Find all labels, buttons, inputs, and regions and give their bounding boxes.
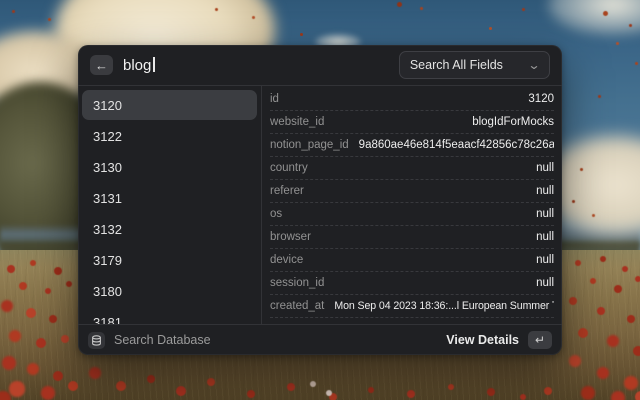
back-button[interactable]: ← [90, 55, 113, 75]
list-item[interactable]: 3179 [82, 245, 257, 275]
results-area: 3120 3122 3130 3131 3132 3179 3180 3181 … [78, 86, 562, 324]
search-scope-dropdown[interactable]: Search All Fields ⌄ [399, 51, 550, 79]
detail-value: Mon Sep 04 2023 18:36:...l European Summ… [334, 300, 554, 312]
detail-row: id 3120 [270, 88, 554, 111]
detail-row: referer null [270, 180, 554, 203]
detail-label: browser [270, 231, 311, 243]
detail-value: 9a860ae46e814f5eaacf42856c78c26a [359, 139, 554, 151]
detail-value: blogIdForMocks [472, 116, 554, 128]
detail-label: country [270, 162, 308, 174]
action-bar: Search Database View Details ↵ [78, 324, 562, 355]
list-item[interactable]: 3130 [82, 152, 257, 182]
detail-label: os [270, 208, 282, 220]
detail-label: notion_page_id [270, 139, 349, 151]
enter-key-icon: ↵ [535, 333, 545, 347]
detail-label: created_at [270, 300, 324, 312]
list-item[interactable]: 3122 [82, 121, 257, 151]
detail-value: null [536, 162, 554, 174]
detail-value: 3120 [528, 93, 554, 105]
detail-row: os null [270, 203, 554, 226]
list-item[interactable]: 3180 [82, 276, 257, 306]
screen: ← blog Search All Fields ⌄ 3120 3122 313… [0, 0, 640, 400]
detail-row: browser null [270, 226, 554, 249]
detail-value: null [536, 254, 554, 266]
view-details-button[interactable]: View Details [446, 333, 519, 347]
list-item[interactable]: 3131 [82, 183, 257, 213]
detail-label: referer [270, 185, 304, 197]
list-item[interactable]: 3181 [82, 307, 257, 324]
detail-row: notion_page_id 9a860ae46e814f5eaacf42856… [270, 134, 554, 157]
detail-row: session_id null [270, 272, 554, 295]
detail-row: created_at Mon Sep 04 2023 18:36:...l Eu… [270, 295, 554, 318]
search-bar: ← blog Search All Fields ⌄ [78, 45, 562, 86]
detail-label: device [270, 254, 303, 266]
list-item[interactable]: 3132 [82, 214, 257, 244]
detail-row: country null [270, 157, 554, 180]
detail-value: null [536, 185, 554, 197]
detail-label: id [270, 93, 279, 105]
poppy-flowers [0, 0, 6, 6]
detail-label: website_id [270, 116, 324, 128]
detail-panel: id 3120 website_id blogIdForMocks notion… [262, 86, 562, 324]
detail-row: device null [270, 249, 554, 272]
detail-value: null [536, 277, 554, 289]
detail-row: website_id blogIdForMocks [270, 111, 554, 134]
back-arrow-icon: ← [95, 58, 108, 73]
detail-label: session_id [270, 277, 324, 289]
database-icon [88, 332, 105, 349]
command-name-label: Search Database [114, 333, 211, 347]
launcher-window: ← blog Search All Fields ⌄ 3120 3122 313… [78, 45, 562, 355]
result-list: 3120 3122 3130 3131 3132 3179 3180 3181 [78, 86, 262, 324]
dropdown-selected-label: Search All Fields [410, 58, 503, 72]
search-input[interactable]: blog [123, 57, 155, 74]
enter-key-badge[interactable]: ↵ [528, 331, 552, 349]
list-item[interactable]: 3120 [82, 90, 257, 120]
detail-value: null [536, 208, 554, 220]
detail-value: null [536, 231, 554, 243]
chevron-down-icon: ⌄ [527, 59, 540, 71]
